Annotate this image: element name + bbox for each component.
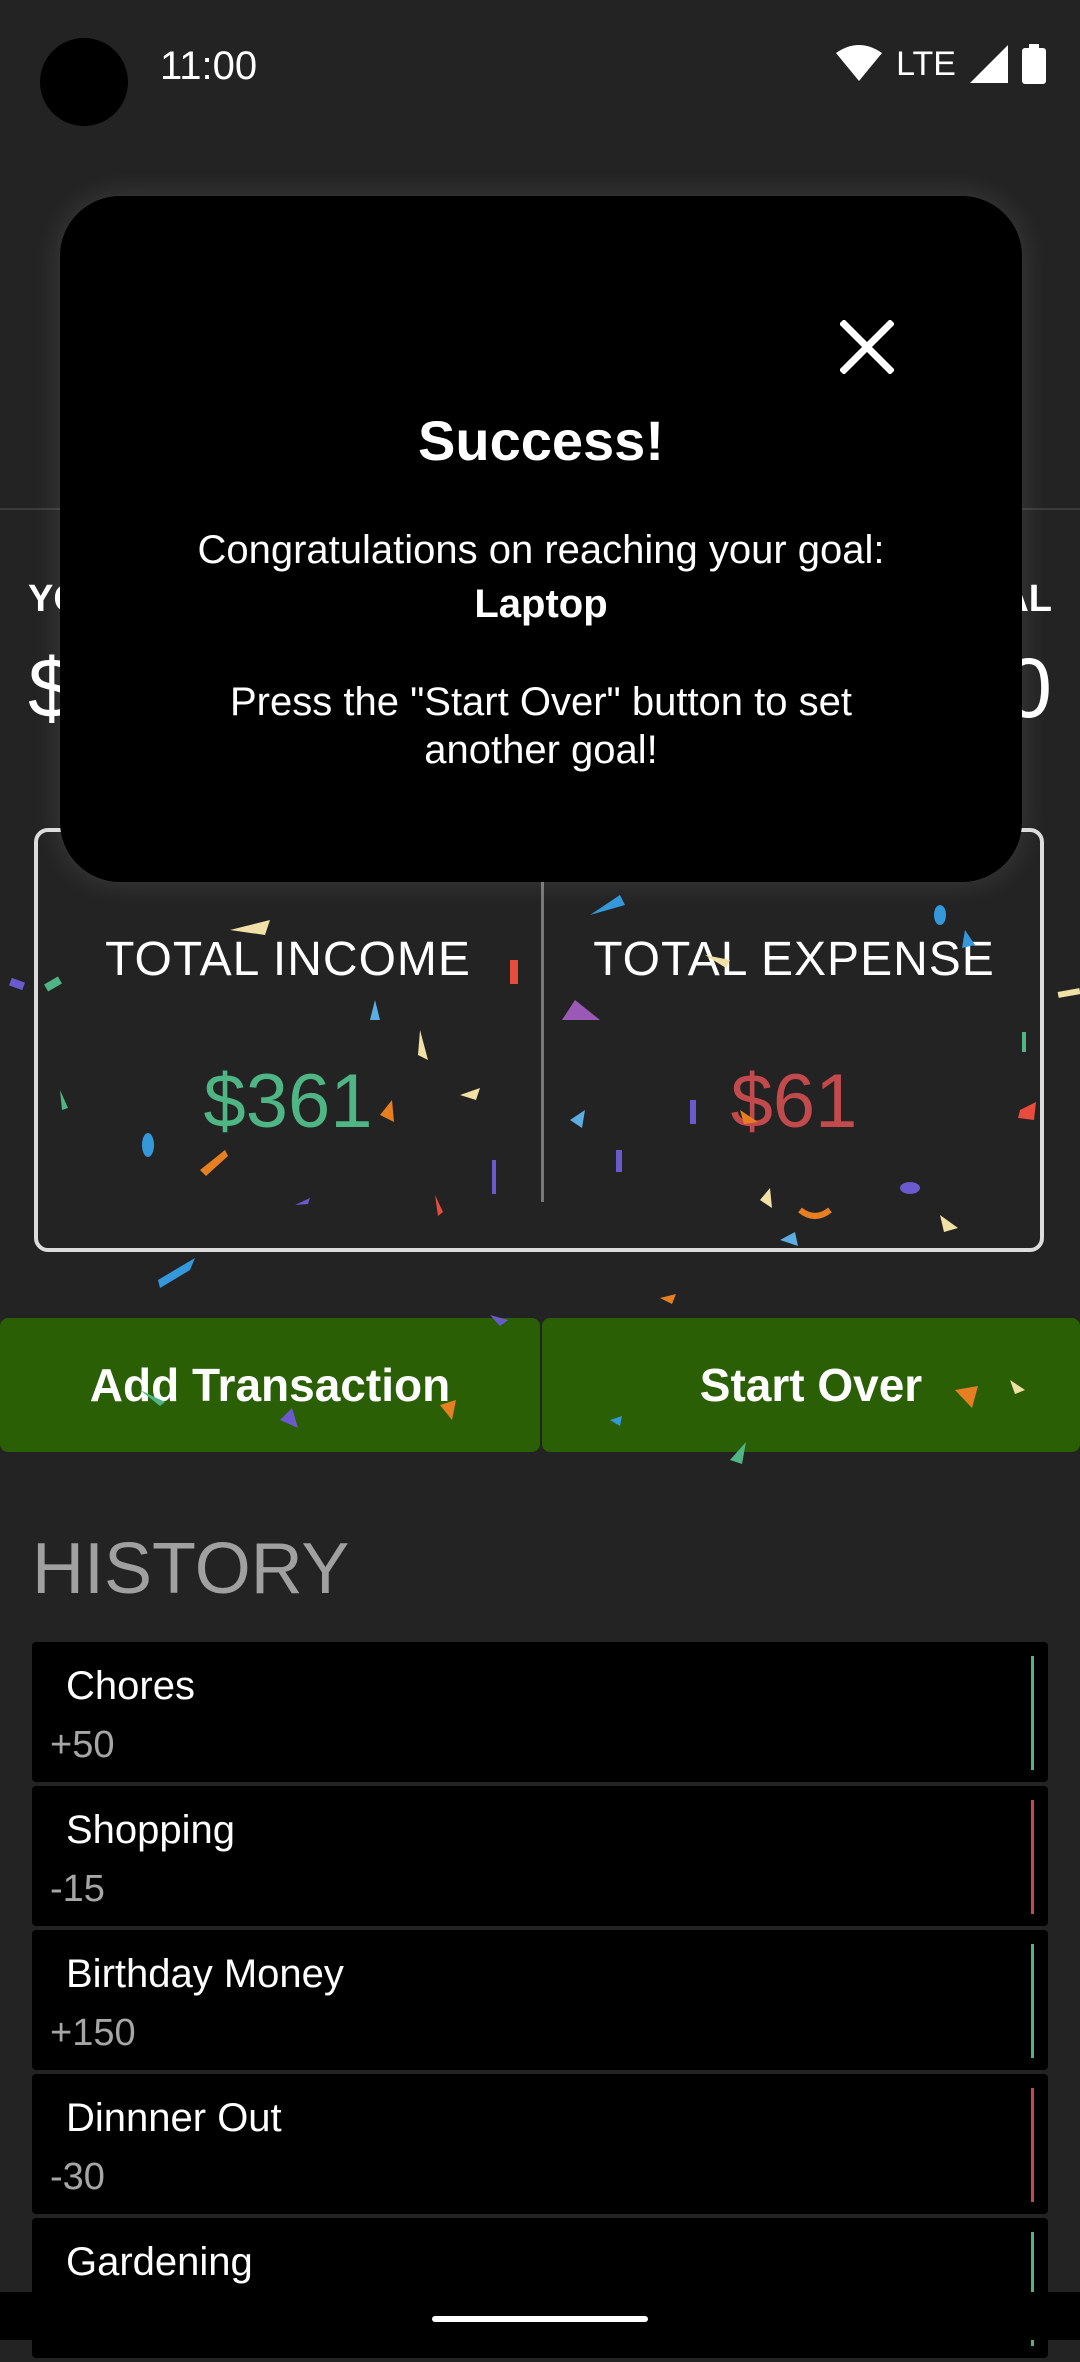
history-item[interactable]: Dinnner Out -30 <box>32 2074 1048 2214</box>
income-indicator <box>1031 1656 1034 1770</box>
expense-indicator <box>1031 2088 1034 2202</box>
history-item-amount: -30 <box>50 2156 105 2198</box>
history-list: Chores +50 Shopping -15 Birthday Money +… <box>32 1642 1048 2362</box>
expense-indicator <box>1031 1800 1034 1914</box>
history-item-label: Chores <box>66 1664 195 1708</box>
history-title: HISTORY <box>32 1529 350 1609</box>
action-row: Add Transaction Start Over <box>0 1318 1080 1452</box>
dialog-instruction: Press the "Start Over" button to set ano… <box>120 678 962 774</box>
status-bar: 11:00 LTE <box>0 0 1080 140</box>
income-label: TOTAL INCOME <box>105 933 471 986</box>
close-icon[interactable] <box>840 320 894 374</box>
add-transaction-button[interactable]: Add Transaction <box>0 1318 540 1452</box>
income-value: $361 <box>203 1059 373 1144</box>
wifi-icon <box>836 45 883 81</box>
income-indicator <box>1031 1944 1034 2058</box>
history-item[interactable]: Birthday Money +150 <box>32 1930 1048 2070</box>
dialog-instruction-line-2: another goal! <box>424 728 658 772</box>
dialog-instruction-line-1: Press the "Start Over" button to set <box>229 680 852 724</box>
battery-icon <box>1022 44 1046 84</box>
system-icons: LTE <box>836 44 1046 84</box>
dialog-message: Congratulations on reaching your goal: <box>197 528 885 572</box>
signal-icon <box>970 45 1008 83</box>
home-gesture-handle[interactable] <box>432 2316 648 2322</box>
camera-cutout <box>40 38 128 126</box>
income-panel: TOTAL INCOME $361 <box>38 832 538 1248</box>
expense-label: TOTAL EXPENSE <box>593 933 995 986</box>
history-item-amount: +50 <box>50 1724 115 1766</box>
history-item-label: Shopping <box>66 1808 236 1852</box>
history-item[interactable]: Chores +50 <box>32 1642 1048 1782</box>
status-time: 11:00 <box>160 44 258 88</box>
start-over-button[interactable]: Start Over <box>542 1318 1080 1452</box>
network-type: LTE <box>896 44 956 83</box>
expense-value: $61 <box>730 1059 858 1144</box>
expense-panel: TOTAL EXPENSE $61 <box>544 832 1040 1248</box>
history-item-label: Gardening <box>66 2240 253 2284</box>
success-dialog: Success! Congratulations on reaching you… <box>60 196 1022 882</box>
dialog-title: Success! <box>418 409 664 472</box>
dialog-goal-name: Laptop <box>474 582 608 626</box>
history-item-amount: +150 <box>50 2012 136 2054</box>
history-item-label: Birthday Money <box>66 1952 344 1996</box>
totals-card: TOTAL INCOME $361 TOTAL EXPENSE $61 <box>34 828 1044 1252</box>
history-item-amount: -15 <box>50 1868 105 1910</box>
history-item[interactable]: Shopping -15 <box>32 1786 1048 1926</box>
history-item-label: Dinnner Out <box>66 2096 282 2140</box>
